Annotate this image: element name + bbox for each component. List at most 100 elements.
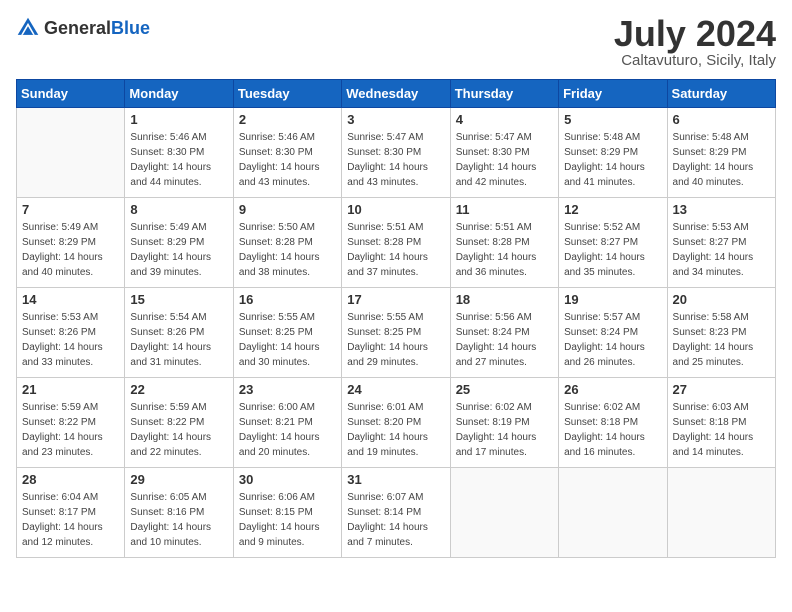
logo-text: GeneralBlue <box>44 18 150 39</box>
calendar-cell: 12 Sunrise: 5:52 AMSunset: 8:27 PMDayligh… <box>559 198 667 288</box>
logo-blue: Blue <box>111 18 150 38</box>
day-number: 23 <box>239 382 336 397</box>
day-info: Sunrise: 5:55 AMSunset: 8:25 PMDaylight:… <box>347 310 444 370</box>
calendar-cell: 15 Sunrise: 5:54 AMSunset: 8:26 PMDayligh… <box>125 288 233 378</box>
calendar-cell: 23 Sunrise: 6:00 AMSunset: 8:21 PMDayligh… <box>233 378 341 468</box>
day-info: Sunrise: 5:48 AMSunset: 8:29 PMDaylight:… <box>673 130 770 190</box>
month-title: July 2024 <box>614 16 776 52</box>
day-number: 12 <box>564 202 661 217</box>
calendar-cell: 9Sunrise: 5:50 AMSunset: 8:28 PMDaylight… <box>233 198 341 288</box>
day-number: 30 <box>239 472 336 487</box>
calendar-cell: 14 Sunrise: 5:53 AMSunset: 8:26 PMDayligh… <box>17 288 125 378</box>
day-info: Sunrise: 5:57 AMSunset: 8:24 PMDaylight:… <box>564 310 661 370</box>
day-info: Sunrise: 5:48 AMSunset: 8:29 PMDaylight:… <box>564 130 661 190</box>
calendar-cell: 31 Sunrise: 6:07 AMSunset: 8:14 PMDayligh… <box>342 468 450 558</box>
weekday-header-sunday: Sunday <box>17 80 125 108</box>
weekday-header-tuesday: Tuesday <box>233 80 341 108</box>
day-number: 10 <box>347 202 444 217</box>
day-number: 6 <box>673 112 770 127</box>
day-number: 27 <box>673 382 770 397</box>
day-number: 7 <box>22 202 119 217</box>
day-info: Sunrise: 5:59 AMSunset: 8:22 PMDaylight:… <box>22 400 119 460</box>
calendar-cell: 21Sunrise: 5:59 AMSunset: 8:22 PMDayligh… <box>17 378 125 468</box>
day-info: Sunrise: 5:53 AMSunset: 8:27 PMDaylight:… <box>673 220 770 280</box>
week-row-2: 7 Sunrise: 5:49 AMSunset: 8:29 PMDaylight… <box>17 198 776 288</box>
day-number: 22 <box>130 382 227 397</box>
day-info: Sunrise: 6:02 AMSunset: 8:19 PMDaylight:… <box>456 400 553 460</box>
day-info: Sunrise: 5:46 AMSunset: 8:30 PMDaylight:… <box>130 130 227 190</box>
calendar-cell: 25 Sunrise: 6:02 AMSunset: 8:19 PMDayligh… <box>450 378 558 468</box>
weekday-header-thursday: Thursday <box>450 80 558 108</box>
calendar-cell: 22 Sunrise: 5:59 AMSunset: 8:22 PMDayligh… <box>125 378 233 468</box>
day-info: Sunrise: 6:00 AMSunset: 8:21 PMDaylight:… <box>239 400 336 460</box>
day-info: Sunrise: 5:55 AMSunset: 8:25 PMDaylight:… <box>239 310 336 370</box>
calendar-cell: 11Sunrise: 5:51 AMSunset: 8:28 PMDayligh… <box>450 198 558 288</box>
day-number: 14 <box>22 292 119 307</box>
week-row-5: 28 Sunrise: 6:04 AMSunset: 8:17 PMDayligh… <box>17 468 776 558</box>
title-area: July 2024 Caltavuturo, Sicily, Italy <box>614 16 776 69</box>
calendar-cell <box>667 468 775 558</box>
calendar-cell: 24Sunrise: 6:01 AMSunset: 8:20 PMDayligh… <box>342 378 450 468</box>
calendar-cell <box>559 468 667 558</box>
calendar-cell: 18Sunrise: 5:56 AMSunset: 8:24 PMDayligh… <box>450 288 558 378</box>
weekday-header-wednesday: Wednesday <box>342 80 450 108</box>
day-info: Sunrise: 6:05 AMSunset: 8:16 PMDaylight:… <box>130 490 227 550</box>
day-number: 19 <box>564 292 661 307</box>
day-info: Sunrise: 5:54 AMSunset: 8:26 PMDaylight:… <box>130 310 227 370</box>
day-info: Sunrise: 5:49 AMSunset: 8:29 PMDaylight:… <box>130 220 227 280</box>
location-subtitle: Caltavuturo, Sicily, Italy <box>614 52 776 69</box>
day-number: 2 <box>239 112 336 127</box>
day-info: Sunrise: 6:07 AMSunset: 8:14 PMDaylight:… <box>347 490 444 550</box>
calendar-cell: 8Sunrise: 5:49 AMSunset: 8:29 PMDaylight… <box>125 198 233 288</box>
calendar-cell: 4 Sunrise: 5:47 AMSunset: 8:30 PMDaylight… <box>450 108 558 198</box>
calendar-cell: 19 Sunrise: 5:57 AMSunset: 8:24 PMDayligh… <box>559 288 667 378</box>
calendar-cell: 29Sunrise: 6:05 AMSunset: 8:16 PMDayligh… <box>125 468 233 558</box>
day-info: Sunrise: 5:47 AMSunset: 8:30 PMDaylight:… <box>456 130 553 190</box>
day-number: 31 <box>347 472 444 487</box>
week-row-4: 21Sunrise: 5:59 AMSunset: 8:22 PMDayligh… <box>17 378 776 468</box>
day-info: Sunrise: 6:01 AMSunset: 8:20 PMDaylight:… <box>347 400 444 460</box>
day-info: Sunrise: 5:52 AMSunset: 8:27 PMDaylight:… <box>564 220 661 280</box>
day-info: Sunrise: 5:51 AMSunset: 8:28 PMDaylight:… <box>347 220 444 280</box>
day-number: 16 <box>239 292 336 307</box>
weekday-header-row: SundayMondayTuesdayWednesdayThursdayFrid… <box>17 80 776 108</box>
day-info: Sunrise: 5:53 AMSunset: 8:26 PMDaylight:… <box>22 310 119 370</box>
day-info: Sunrise: 5:49 AMSunset: 8:29 PMDaylight:… <box>22 220 119 280</box>
calendar-cell: 7 Sunrise: 5:49 AMSunset: 8:29 PMDaylight… <box>17 198 125 288</box>
day-number: 28 <box>22 472 119 487</box>
day-info: Sunrise: 5:47 AMSunset: 8:30 PMDaylight:… <box>347 130 444 190</box>
page-header: GeneralBlue July 2024 Caltavuturo, Sicil… <box>16 16 776 69</box>
logo-icon <box>16 16 40 40</box>
day-info: Sunrise: 5:59 AMSunset: 8:22 PMDaylight:… <box>130 400 227 460</box>
day-number: 15 <box>130 292 227 307</box>
calendar-cell: 1 Sunrise: 5:46 AMSunset: 8:30 PMDaylight… <box>125 108 233 198</box>
week-row-1: 1 Sunrise: 5:46 AMSunset: 8:30 PMDaylight… <box>17 108 776 198</box>
weekday-header-saturday: Saturday <box>667 80 775 108</box>
calendar-cell: 2Sunrise: 5:46 AMSunset: 8:30 PMDaylight… <box>233 108 341 198</box>
logo-general: General <box>44 18 111 38</box>
day-info: Sunrise: 6:04 AMSunset: 8:17 PMDaylight:… <box>22 490 119 550</box>
calendar-cell <box>450 468 558 558</box>
calendar-cell: 16 Sunrise: 5:55 AMSunset: 8:25 PMDayligh… <box>233 288 341 378</box>
day-number: 4 <box>456 112 553 127</box>
day-number: 26 <box>564 382 661 397</box>
day-info: Sunrise: 6:03 AMSunset: 8:18 PMDaylight:… <box>673 400 770 460</box>
calendar-cell: 30 Sunrise: 6:06 AMSunset: 8:15 PMDayligh… <box>233 468 341 558</box>
calendar-cell: 13Sunrise: 5:53 AMSunset: 8:27 PMDayligh… <box>667 198 775 288</box>
logo: GeneralBlue <box>16 16 150 40</box>
calendar-cell: 3Sunrise: 5:47 AMSunset: 8:30 PMDaylight… <box>342 108 450 198</box>
calendar-cell: 5Sunrise: 5:48 AMSunset: 8:29 PMDaylight… <box>559 108 667 198</box>
calendar-table: SundayMondayTuesdayWednesdayThursdayFrid… <box>16 79 776 558</box>
weekday-header-friday: Friday <box>559 80 667 108</box>
calendar-cell <box>17 108 125 198</box>
day-number: 17 <box>347 292 444 307</box>
calendar-cell: 28 Sunrise: 6:04 AMSunset: 8:17 PMDayligh… <box>17 468 125 558</box>
day-number: 1 <box>130 112 227 127</box>
week-row-3: 14 Sunrise: 5:53 AMSunset: 8:26 PMDayligh… <box>17 288 776 378</box>
calendar-cell: 6 Sunrise: 5:48 AMSunset: 8:29 PMDaylight… <box>667 108 775 198</box>
day-info: Sunrise: 6:06 AMSunset: 8:15 PMDaylight:… <box>239 490 336 550</box>
day-number: 18 <box>456 292 553 307</box>
day-number: 25 <box>456 382 553 397</box>
day-info: Sunrise: 5:58 AMSunset: 8:23 PMDaylight:… <box>673 310 770 370</box>
day-number: 9 <box>239 202 336 217</box>
